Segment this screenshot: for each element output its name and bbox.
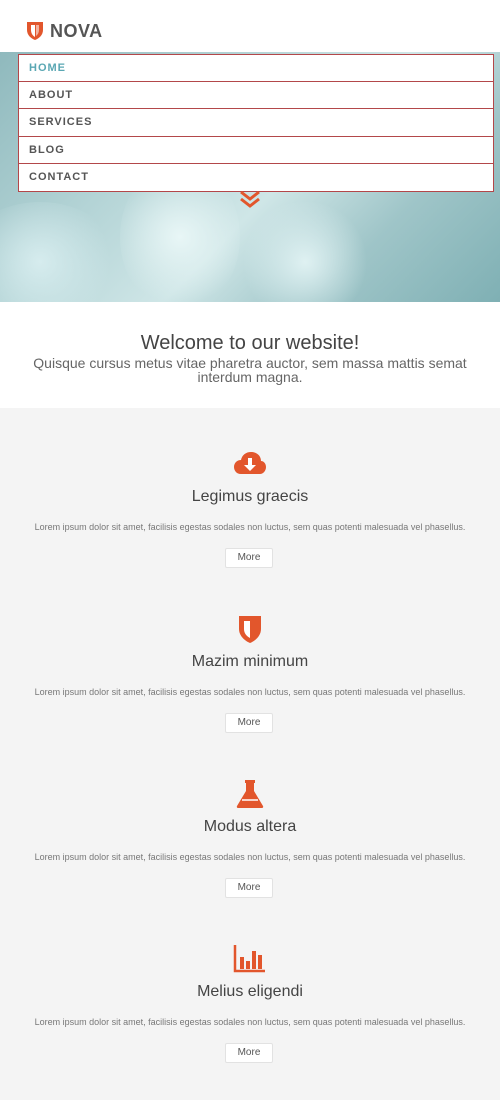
nav-item-contact[interactable]: CONTACT	[18, 164, 494, 192]
feature-text: Lorem ipsum dolor sit amet, facilisis eg…	[34, 687, 466, 697]
nav-item-about[interactable]: ABOUT	[18, 81, 494, 109]
nav-item-services[interactable]: SERVICES	[18, 109, 494, 137]
logo[interactable]: NOVA	[26, 21, 103, 41]
main-nav: HOME ABOUT SERVICES BLOG CONTACT	[18, 54, 494, 192]
welcome-section: Welcome to our website! Quisque cursus m…	[0, 302, 500, 408]
flask-icon	[236, 780, 264, 808]
welcome-text: Quisque cursus metus vitae pharetra auct…	[33, 355, 467, 385]
feature-title: Melius eligendi	[197, 983, 303, 1000]
nav-item-blog[interactable]: BLOG	[18, 136, 494, 164]
shield-logo-icon	[27, 22, 43, 40]
double-chevron-down-icon[interactable]	[238, 190, 262, 208]
feature-text: Lorem ipsum dolor sit amet, facilisis eg…	[34, 1017, 466, 1027]
feature-text: Lorem ipsum dolor sit amet, facilisis eg…	[34, 852, 466, 862]
feature-title: Mazim minimum	[191, 653, 309, 670]
feature-title: Modus altera	[203, 818, 297, 835]
welcome-title: Welcome to our website!	[140, 332, 360, 354]
brand-name: NOVA	[50, 21, 103, 41]
feature-text: Lorem ipsum dolor sit amet, facilisis eg…	[34, 522, 466, 532]
more-button[interactable]: More	[225, 713, 273, 733]
bar-chart-icon	[233, 945, 265, 973]
more-button[interactable]: More	[225, 1043, 273, 1063]
site-header: NOVA	[0, 0, 500, 52]
feature-title: Legimus graecis	[191, 488, 309, 505]
cloud-download-icon	[234, 452, 266, 474]
more-button[interactable]: More	[225, 878, 273, 898]
more-button[interactable]: More	[225, 548, 273, 568]
nav-item-home[interactable]: HOME	[18, 54, 494, 82]
shield-icon	[239, 616, 261, 643]
